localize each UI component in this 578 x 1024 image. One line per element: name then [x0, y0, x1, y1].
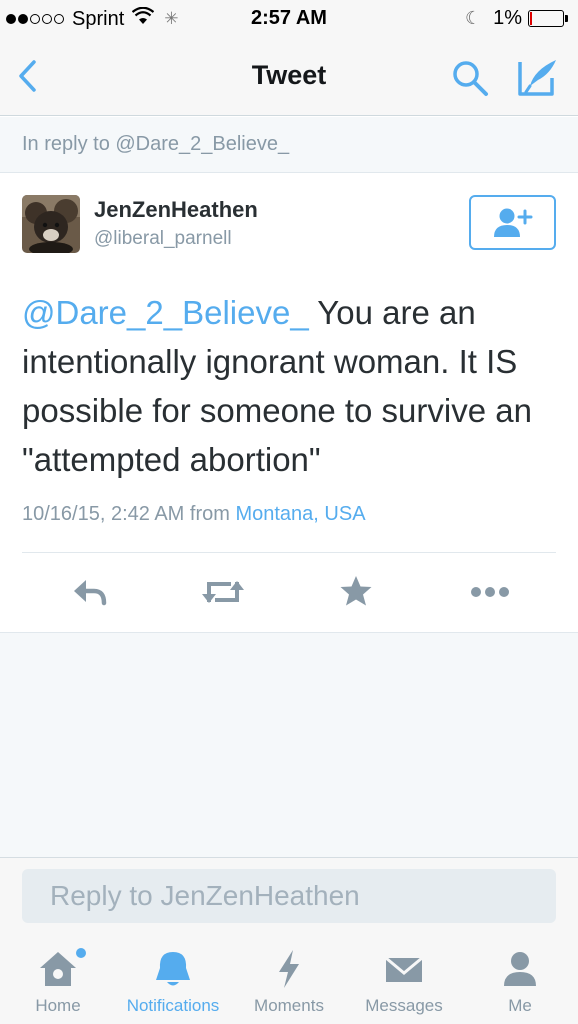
status-bar-right: ☾ 1% [464, 7, 568, 30]
avatar-image [22, 195, 80, 253]
tab-home[interactable]: Home [0, 938, 116, 1024]
follow-button[interactable] [469, 195, 556, 250]
avatar[interactable] [22, 195, 80, 253]
do-not-disturb-icon: ☾ [464, 8, 482, 28]
more-icon [471, 587, 509, 597]
bell-icon [156, 952, 190, 986]
reply-icon [74, 580, 107, 606]
home-notification-dot [76, 948, 86, 958]
add-user-icon [494, 208, 533, 237]
tweet-text: @Dare_2_Believe_ You are an intentionall… [22, 288, 562, 484]
battery-percent: 1% [493, 7, 522, 29]
tab-messages[interactable]: Messages [346, 938, 462, 1024]
more-action-button[interactable] [468, 572, 509, 612]
tab-bar: Home Notifications Moments Messages Me [0, 938, 578, 1024]
retweet-icon [202, 581, 244, 603]
tweet-location-link[interactable]: Montana, USA [235, 503, 365, 525]
tab-messages-label: Messages [365, 996, 443, 1015]
navigation-bar: Tweet [0, 38, 578, 116]
divider [22, 552, 556, 553]
reply-input[interactable] [22, 869, 556, 923]
compose-icon [518, 60, 556, 96]
tab-home-label: Home [35, 996, 81, 1015]
search-icon [453, 61, 488, 96]
tweet-author-handle[interactable]: @liberal_parnell [94, 228, 232, 250]
tab-me-label: Me [508, 996, 532, 1015]
star-icon [340, 576, 372, 606]
reply-bar [0, 858, 578, 938]
tweet-meta: 10/16/15, 2:42 AM from Montana, USA [22, 503, 366, 526]
tab-moments[interactable]: Moments [231, 938, 347, 1024]
reply-context-banner[interactable]: In reply to @Dare_2_Believe_ [0, 117, 578, 173]
envelope-icon [385, 956, 423, 982]
battery-icon [528, 10, 568, 27]
person-icon [504, 952, 536, 986]
conversation-area [0, 632, 578, 858]
tweet-author-name[interactable]: JenZenHeathen [94, 197, 258, 223]
favorite-action-button[interactable] [336, 572, 376, 612]
tweet-timestamp: 10/16/15, 2:42 AM from [22, 503, 230, 525]
lightning-icon [279, 950, 299, 988]
home-icon [40, 952, 76, 986]
retweet-action-button[interactable] [201, 572, 244, 612]
tab-notifications[interactable]: Notifications [115, 938, 231, 1024]
status-bar: Sprint ✳ 2:57 AM ☾ 1% [0, 0, 578, 38]
reply-action-button[interactable] [70, 572, 110, 612]
tweet-mention-link[interactable]: @Dare_2_Believe_ [22, 294, 309, 331]
compose-tweet-button[interactable] [516, 56, 560, 98]
search-button[interactable] [450, 58, 490, 98]
tab-moments-label: Moments [254, 996, 324, 1015]
tab-me[interactable]: Me [462, 938, 578, 1024]
page-title: Tweet [251, 60, 327, 90]
tab-notifications-label: Notifications [126, 996, 220, 1015]
reply-context-text: In reply to @Dare_2_Believe_ [22, 133, 290, 155]
